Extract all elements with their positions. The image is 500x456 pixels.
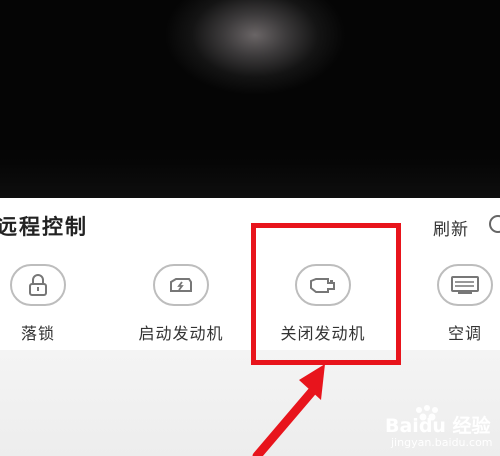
watermark-url: jingyan.baidu.com bbox=[390, 436, 493, 449]
watermark-brand: Baidu 经验 bbox=[385, 414, 492, 437]
air-conditioner-button[interactable]: 空调 bbox=[405, 264, 500, 344]
lock-icon[interactable] bbox=[10, 264, 66, 306]
section-title: 远程控制 bbox=[0, 215, 88, 239]
engine-start-label: 启动发动机 bbox=[138, 324, 224, 343]
air-conditioner-icon[interactable] bbox=[437, 264, 493, 306]
lock-label: 落锁 bbox=[20, 324, 55, 343]
engine-start-icon[interactable] bbox=[153, 264, 209, 306]
highlight-box bbox=[251, 223, 401, 365]
refresh-button[interactable]: 刷新 bbox=[433, 215, 469, 240]
video-preview bbox=[0, 0, 500, 198]
pointer-arrow-icon bbox=[252, 364, 325, 456]
refresh-icon[interactable] bbox=[489, 215, 500, 233]
engine-start-button[interactable]: 启动发动机 bbox=[121, 264, 241, 344]
air-conditioner-label: 空调 bbox=[447, 324, 482, 343]
lock-button[interactable]: 落锁 bbox=[0, 264, 98, 344]
baidu-watermark: Baidu 经验 jingyan.baidu.com bbox=[385, 405, 493, 449]
